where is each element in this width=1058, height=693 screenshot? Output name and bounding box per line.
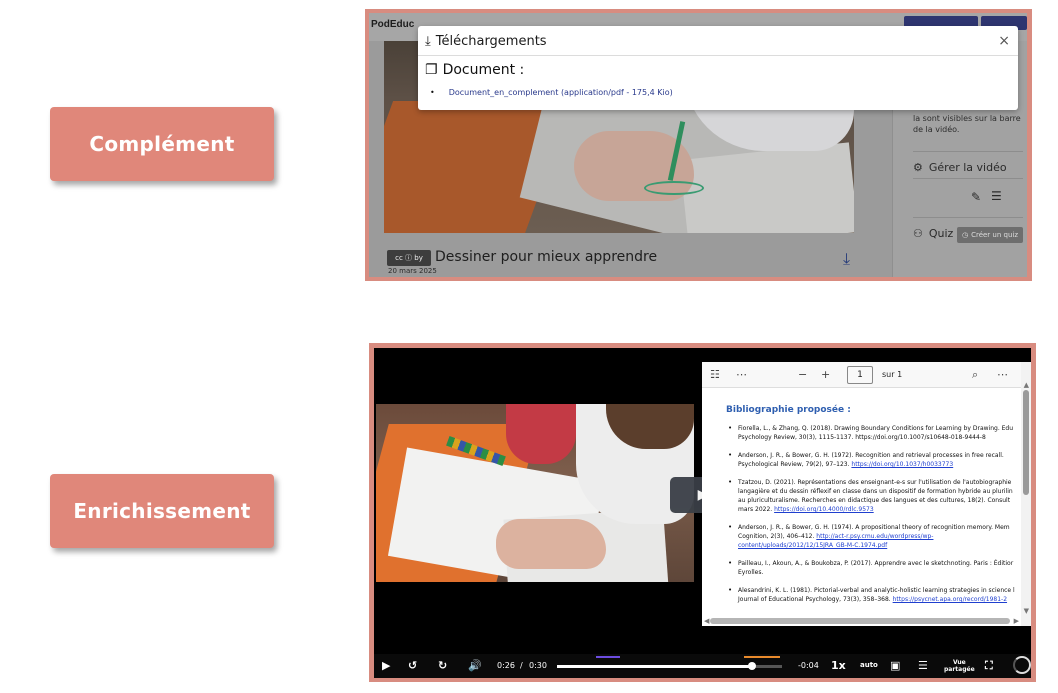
download-icon: ⤓ bbox=[425, 34, 431, 49]
scroll-down-icon[interactable]: ▼ bbox=[1024, 607, 1029, 615]
chapters-icon[interactable]: ☰ bbox=[918, 659, 928, 672]
scroll-up-icon[interactable]: ▲ bbox=[1024, 381, 1029, 389]
scroll-left-icon[interactable]: ◀ bbox=[704, 617, 709, 625]
vertical-scrollbar[interactable] bbox=[1023, 390, 1029, 495]
complement-badge: Complément bbox=[50, 107, 274, 181]
quality-button[interactable]: auto bbox=[860, 661, 878, 669]
bibliography-heading: Bibliographie proposée : bbox=[726, 405, 851, 415]
reference-list: Fiorella, L., & Zhang, Q. (2018). Drawin… bbox=[728, 424, 1018, 613]
close-icon[interactable]: × bbox=[998, 33, 1010, 49]
reference-link[interactable]: https://doi.org/10.4000/rdlc.9573 bbox=[774, 506, 874, 513]
downloads-modal: ⤓ Téléchargements × ❐ Document : • Docum… bbox=[418, 26, 1018, 110]
document-meta: (application/pdf - 175,4 Kio) bbox=[560, 88, 673, 97]
more-options-icon[interactable]: ⋯ bbox=[736, 368, 747, 381]
gear-icon: ⚙ bbox=[913, 161, 923, 174]
forward-icon[interactable]: ↻ bbox=[438, 659, 447, 672]
edit-icon[interactable]: ✎ bbox=[971, 190, 981, 204]
duration: 0:30 bbox=[529, 661, 547, 670]
publish-date: 20 mars 2025 bbox=[388, 267, 437, 275]
manage-video-link[interactable]: ⚙ Gérer la vidéo bbox=[913, 161, 1007, 174]
reference-link[interactable]: content/uploads/2012/12/15JRA_GB-M-C.197… bbox=[738, 541, 1018, 550]
current-time: 0:26 bbox=[497, 661, 515, 670]
volume-icon[interactable]: 🔊 bbox=[468, 659, 482, 672]
more-tools-icon[interactable]: ⋯ bbox=[997, 368, 1008, 381]
sidebar-toggle-icon[interactable]: ☷ bbox=[710, 368, 720, 381]
document-section-title: Document : bbox=[442, 62, 525, 78]
enriched-player-screenshot: ▶ ☷ ⋯ − + 1 sur 1 ⌕ ⋯ ▲ ▼ ◀ ▶ bbox=[374, 348, 1031, 678]
menu-icon[interactable]: ☰ bbox=[991, 189, 1002, 203]
video-area[interactable] bbox=[376, 404, 694, 582]
rewind-icon[interactable]: ↺ bbox=[408, 659, 417, 672]
reference-link[interactable]: https://psycnet.apa.org/record/1981-2 bbox=[893, 596, 1007, 603]
cc-license-badge[interactable]: cc ⓘ by bbox=[387, 250, 431, 266]
video-title: Dessiner pour mieux apprendre bbox=[435, 249, 658, 265]
page-total: sur 1 bbox=[882, 370, 903, 379]
download-icon[interactable]: ⤓ bbox=[843, 249, 850, 269]
shared-view-button[interactable]: Vue partagée bbox=[944, 659, 975, 673]
fullscreen-icon[interactable]: ⛶ bbox=[985, 659, 993, 673]
pod-page-screenshot: PodEduc la sont visibles sur la barre de… bbox=[369, 13, 1027, 277]
reference-item: Alesandrini, K. L. (1981). Pictorial-ver… bbox=[728, 586, 1018, 604]
reference-item: Pailleau, I., Akoun, A., & Boukobza, P. … bbox=[728, 559, 1018, 577]
chapter-marker[interactable] bbox=[596, 656, 620, 658]
horizontal-scrollbar[interactable] bbox=[710, 618, 1010, 624]
reference-link[interactable]: http://act-r.psy.cmu.edu/wordpress/wp- bbox=[816, 533, 933, 540]
speed-button[interactable]: 1x bbox=[831, 659, 846, 672]
page-number-input[interactable]: 1 bbox=[847, 366, 873, 384]
quiz-section: ⚇ Quiz bbox=[913, 227, 954, 240]
pdf-toolbar: ☷ ⋯ − + 1 sur 1 ⌕ ⋯ bbox=[702, 362, 1031, 388]
enrichment-badge: Enrichissement bbox=[50, 474, 274, 548]
screenshot-frame-bottom: ▶ ☷ ⋯ − + 1 sur 1 ⌕ ⋯ ▲ ▼ ◀ ▶ bbox=[369, 343, 1036, 682]
sidebar-hint: la sont visibles sur la barre de la vidé… bbox=[913, 114, 1021, 134]
player-controls: ▶ ↺ ↻ 🔊 0:26 / 0:30 -0:04 1x auto ▣ ☰ Vu… bbox=[374, 654, 1031, 678]
download-item[interactable]: • Document_en_complement (application/pd… bbox=[430, 88, 673, 97]
reference-item: Anderson, J. R., & Bower, G. H. (1974). … bbox=[728, 523, 1018, 550]
gamepad-icon: ⚇ bbox=[913, 227, 923, 240]
reference-item: Anderson, J. R., & Bower, G. H. (1972). … bbox=[728, 451, 1018, 469]
pdf-viewer: ☷ ⋯ − + 1 sur 1 ⌕ ⋯ ▲ ▼ ◀ ▶ Bibliographi… bbox=[702, 362, 1031, 626]
remaining-time: -0:04 bbox=[798, 661, 819, 670]
search-icon[interactable]: ⌕ bbox=[972, 368, 978, 382]
time-separator: / bbox=[520, 661, 523, 670]
reference-item: Tzatzou, D. (2021). Représentations des … bbox=[728, 478, 1018, 514]
create-quiz-button[interactable]: ◷ Créer un quiz bbox=[957, 227, 1023, 243]
enrichment-marker[interactable] bbox=[744, 656, 780, 658]
screenshot-frame-top: PodEduc la sont visibles sur la barre de… bbox=[365, 9, 1032, 281]
loading-spinner-icon bbox=[1013, 656, 1031, 674]
progress-handle[interactable] bbox=[748, 662, 757, 670]
zoom-in-icon[interactable]: + bbox=[821, 368, 830, 381]
document-icon: ❐ bbox=[425, 62, 438, 78]
clock-icon: ◷ bbox=[961, 231, 969, 239]
play-icon[interactable]: ▶ bbox=[382, 659, 390, 672]
reference-item: Fiorella, L., & Zhang, Q. (2018). Drawin… bbox=[728, 424, 1018, 442]
zoom-out-icon[interactable]: − bbox=[798, 368, 807, 381]
site-logo[interactable]: PodEduc bbox=[371, 19, 414, 30]
scroll-right-icon[interactable]: ▶ bbox=[1014, 617, 1019, 625]
page-root: Complément Enrichissement PodEduc la son… bbox=[0, 0, 1058, 693]
progress-bar[interactable] bbox=[557, 662, 782, 670]
picture-in-picture-icon[interactable]: ▣ bbox=[890, 659, 900, 672]
document-link[interactable]: Document_en_complement bbox=[449, 88, 559, 97]
reference-link[interactable]: https://doi.org/10.1037/h0033773 bbox=[851, 461, 953, 468]
modal-title: Téléchargements bbox=[435, 34, 547, 49]
